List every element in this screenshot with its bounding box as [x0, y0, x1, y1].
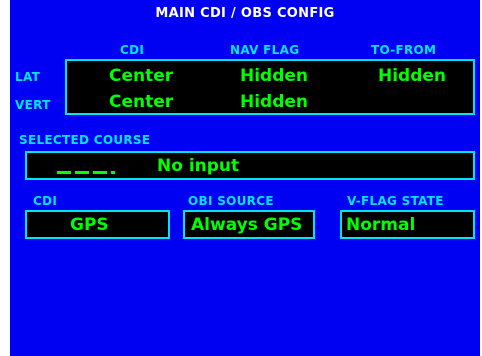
- v-flag-state-field[interactable]: Normal: [340, 210, 475, 239]
- header-cdi: CDI: [120, 43, 145, 57]
- obi-source-value: Always GPS: [191, 215, 303, 235]
- selected-course-field[interactable]: No input: [25, 151, 475, 180]
- page-title: MAIN CDI / OBS CONFIG: [155, 6, 335, 21]
- cdi-source-field[interactable]: GPS: [25, 210, 170, 239]
- row-label-lat: LAT: [15, 70, 41, 84]
- cdi-source-value: GPS: [70, 215, 109, 235]
- row-label-vert: VERT: [15, 98, 51, 112]
- course-digit-placeholder-1: [57, 171, 71, 174]
- vert-cdi-value[interactable]: Center: [109, 92, 173, 112]
- lat-cdi-value[interactable]: Center: [109, 66, 173, 86]
- course-digit-placeholder-3: [93, 171, 107, 174]
- header-to-from: TO-FROM: [371, 43, 437, 57]
- header-nav-flag: NAV FLAG: [230, 43, 300, 57]
- selected-course-label: SELECTED COURSE: [19, 133, 151, 147]
- course-degree-placeholder: [111, 171, 115, 174]
- v-flag-state-label: V-FLAG STATE: [347, 194, 444, 208]
- v-flag-state-value: Normal: [346, 215, 416, 235]
- cdi-source-label: CDI: [33, 194, 58, 208]
- obi-source-label: OBI SOURCE: [188, 194, 274, 208]
- lat-to-from-value[interactable]: Hidden: [378, 66, 446, 86]
- lat-nav-flag-value[interactable]: Hidden: [240, 66, 308, 86]
- vert-nav-flag-value[interactable]: Hidden: [240, 92, 308, 112]
- selected-course-value: No input: [157, 156, 240, 176]
- cdi-flag-table: Center Hidden Hidden Center Hidden: [65, 59, 475, 115]
- cdi-obs-config-screen: MAIN CDI / OBS CONFIG CDI NAV FLAG TO-FR…: [10, 0, 480, 356]
- obi-source-field[interactable]: Always GPS: [183, 210, 315, 239]
- course-digit-placeholder-2: [75, 171, 89, 174]
